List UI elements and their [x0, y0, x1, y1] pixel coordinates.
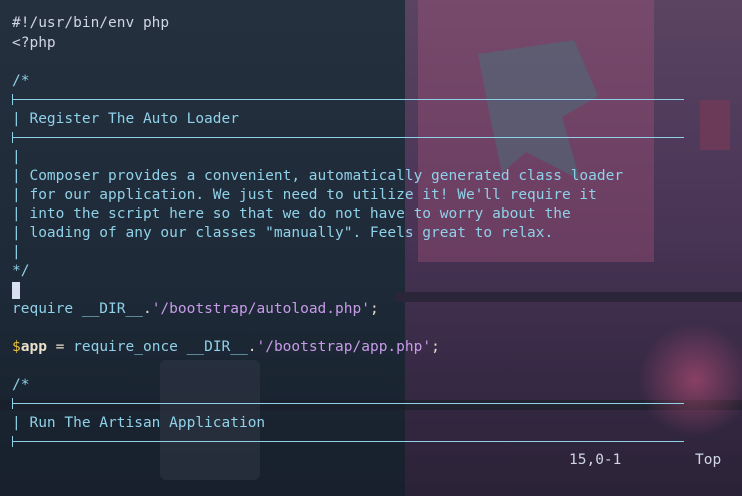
rule-line-4 — [12, 441, 684, 442]
section-title-artisan: | Run The Artisan Application — [12, 415, 266, 431]
require-keyword: require — [12, 301, 74, 317]
rule-line-1 — [12, 99, 684, 100]
comment-pipe-2: | — [12, 244, 21, 260]
rule-line-3 — [12, 403, 684, 404]
shebang-line: #!/usr/bin/env php — [12, 15, 170, 31]
text-cursor — [12, 282, 20, 299]
app-path-string: '/bootstrap/app.php' — [256, 339, 432, 355]
comment-desc-line-2: | for our application. We just need to u… — [12, 187, 597, 203]
scroll-position-indicator: Top — [695, 452, 722, 468]
variable-sigil: $ — [12, 339, 21, 355]
section-title-autoloader: | Register The Auto Loader — [12, 111, 239, 127]
app-semicolon: ; — [431, 339, 440, 355]
comment-desc-line-1: | Composer provides a convenient, automa… — [12, 168, 624, 184]
require-concat: . — [142, 301, 152, 317]
comment-pipe-1: | — [12, 149, 21, 165]
require-line: require __DIR__.'/bootstrap/autoload.php… — [12, 300, 379, 319]
cursor-position-indicator: 15,0-1 — [569, 452, 622, 468]
app-require-line: $app = require_once __DIR__.'/bootstrap/… — [12, 338, 440, 357]
require-semicolon: ; — [369, 301, 379, 317]
php-open-tag: <?php — [12, 35, 56, 51]
app-dir-constant: __DIR__ — [186, 339, 248, 355]
comment-open-2: /* — [12, 377, 30, 393]
comment-close-1: */ — [12, 263, 30, 279]
variable-name: app — [20, 339, 47, 355]
require-once-keyword: require_once — [73, 339, 178, 355]
terminal-editor[interactable]: #!/usr/bin/env php <?php /* | Register T… — [0, 0, 742, 496]
rule-line-2 — [12, 137, 684, 138]
comment-open-1: /* — [12, 73, 30, 89]
comment-desc-line-4: | loading of any our classes "manually".… — [12, 225, 554, 241]
require-dir-constant: __DIR__ — [81, 301, 143, 317]
assignment-operator: = — [55, 339, 65, 355]
require-path-string: '/bootstrap/autoload.php' — [151, 301, 370, 317]
comment-desc-line-3: | into the script here so that we do not… — [12, 206, 571, 222]
